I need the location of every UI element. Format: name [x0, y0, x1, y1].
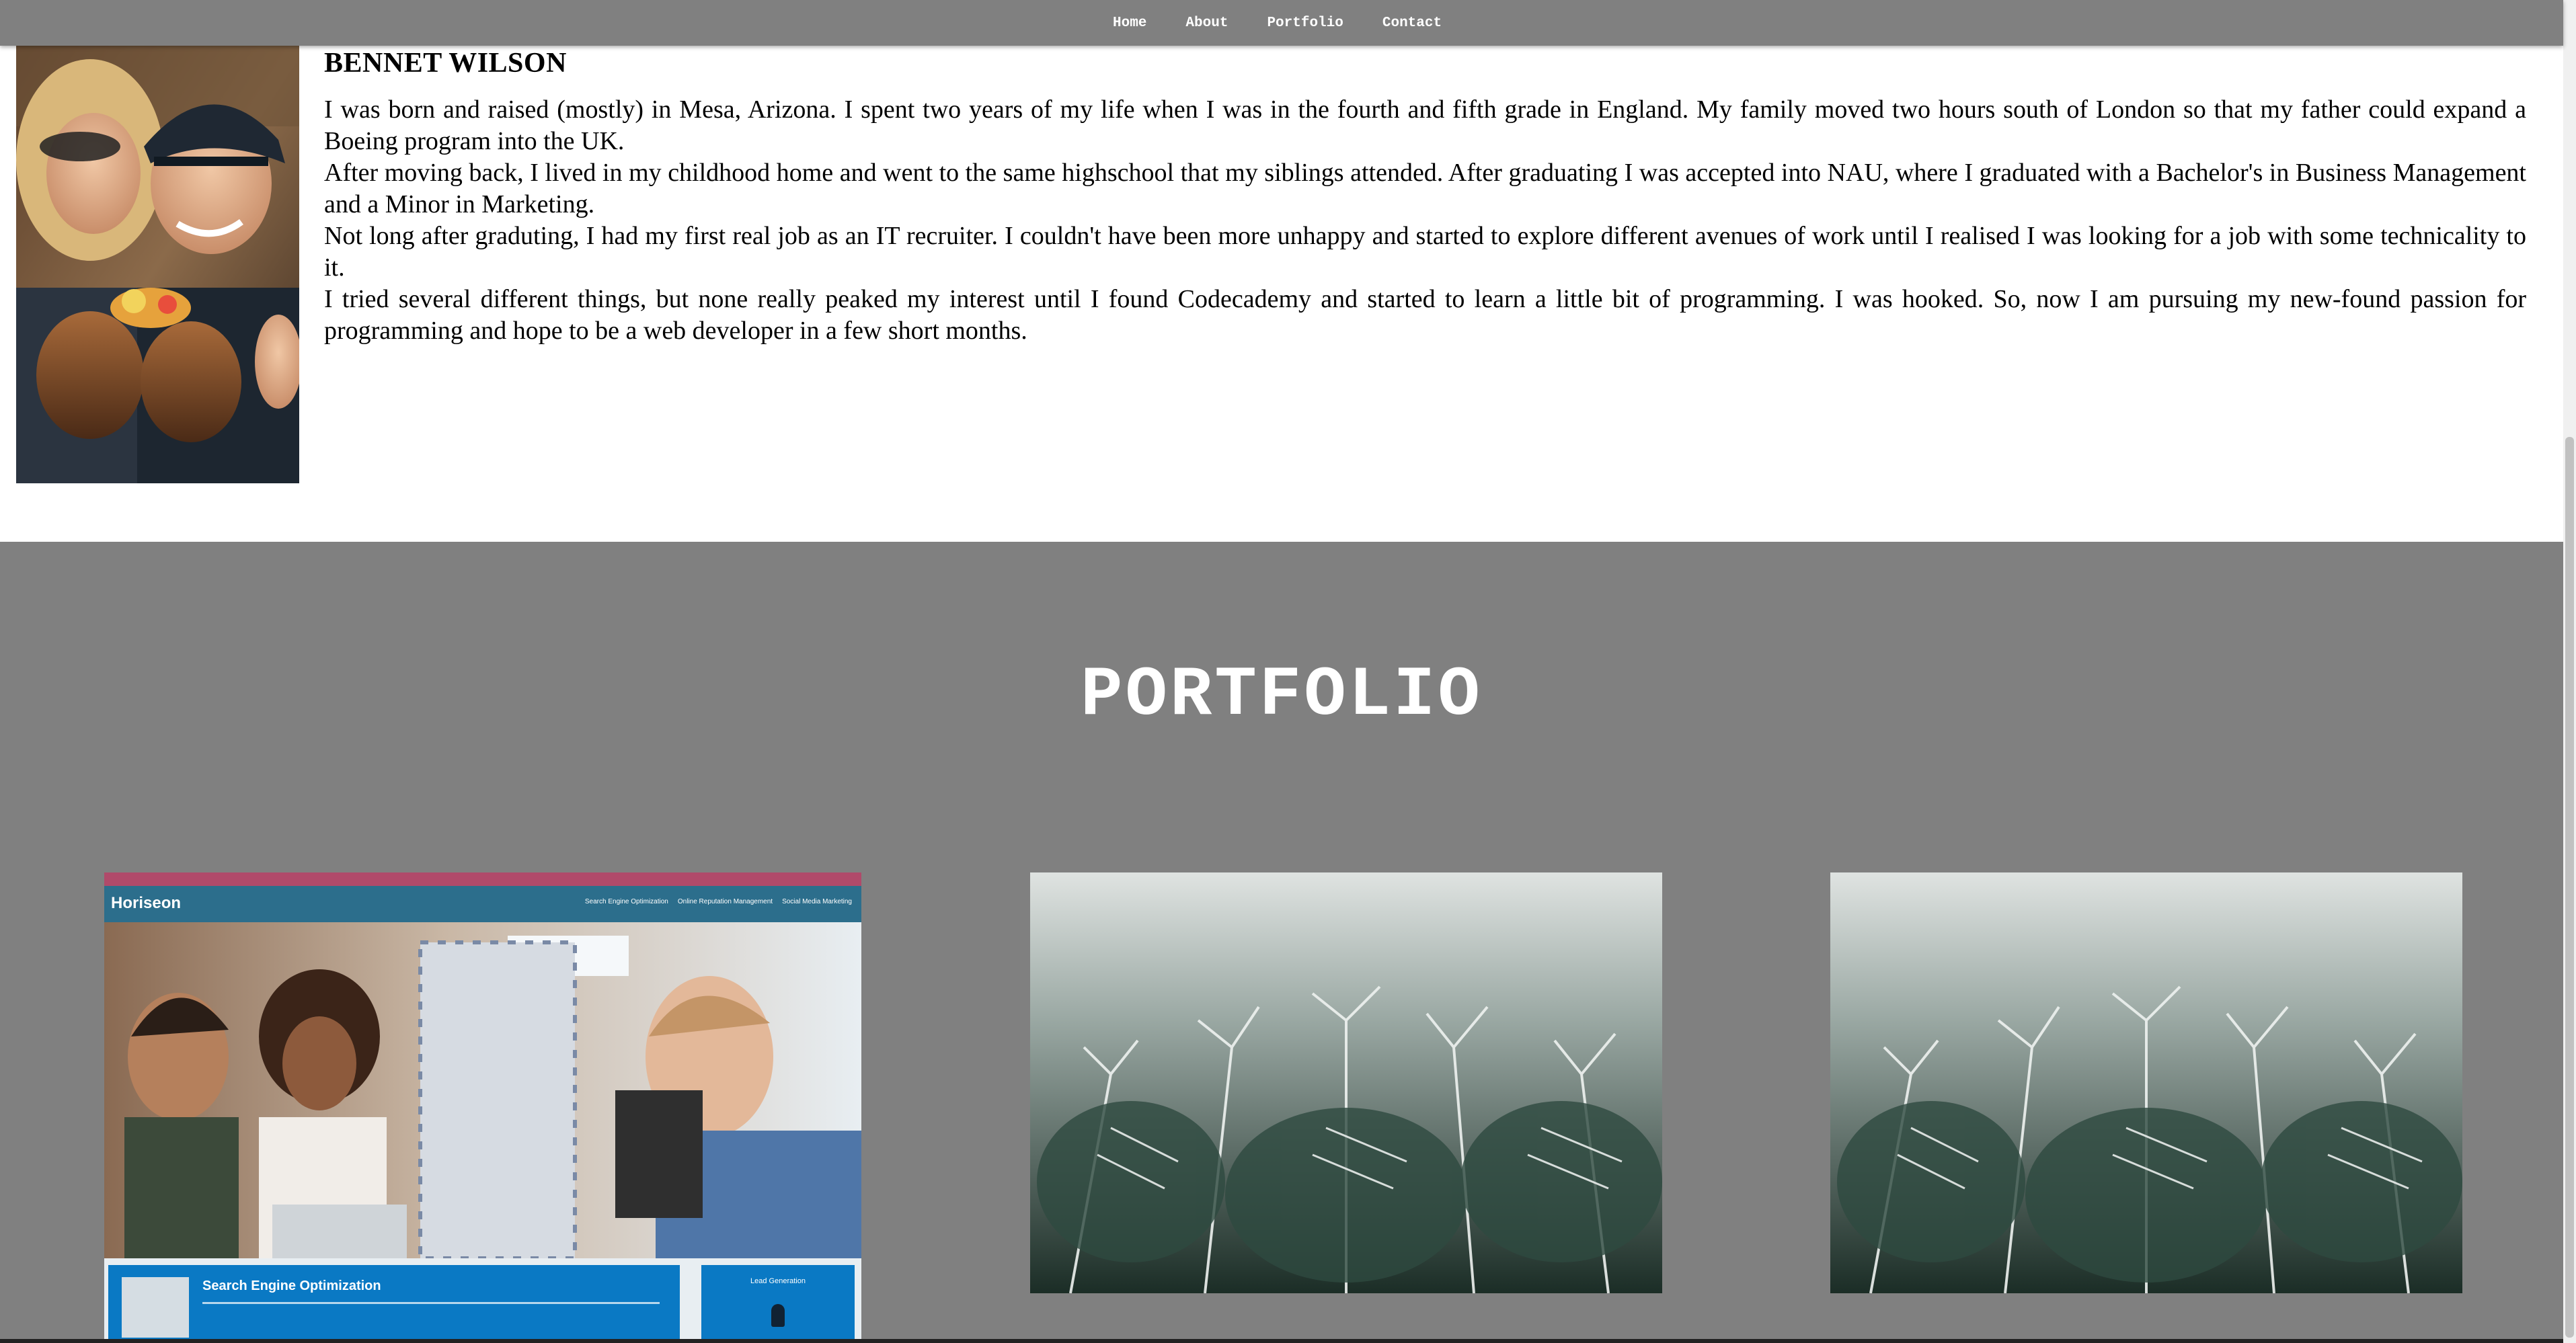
portfolio-title: PORTFOLIO [1081, 656, 1483, 735]
horiseon-nav-item: Search Engine Optimization [584, 898, 668, 905]
horiseon-nav-item: Social Media Marketing [782, 898, 852, 905]
about-bio: I was born and raised (mostly) in Mesa, … [324, 94, 2526, 347]
top-navbar: Home About Portfolio Contact [0, 0, 2563, 46]
nav-link-home[interactable]: Home [1113, 15, 1146, 31]
nav-link-portfolio[interactable]: Portfolio [1267, 15, 1343, 31]
bio-paragraph: I tried several different things, but no… [324, 285, 2526, 345]
frosted-pine-image [1830, 872, 2462, 1293]
nav-link-contact[interactable]: Contact [1382, 15, 1442, 31]
screenshot-browser-bar [104, 872, 861, 886]
bio-paragraph: I was born and raised (mostly) in Mesa, … [324, 95, 2526, 155]
horiseon-nav: Search Engine Optimization Online Reputa… [585, 898, 852, 905]
project-card-3[interactable] [1830, 872, 2462, 1293]
seo-feature-text [202, 1302, 660, 1304]
bio-paragraph: After moving back, I lived in my childho… [324, 159, 2526, 218]
about-section: BENNET WILSON I was born and raised (mos… [0, 46, 2563, 542]
horiseon-content-strip: Search Engine Optimization Lead Generati… [104, 1258, 861, 1343]
profile-photo [16, 46, 299, 483]
project-card-2[interactable] [1030, 872, 1662, 1293]
bottom-edge [0, 1339, 2563, 1343]
seo-feature-title: Search Engine Optimization [202, 1278, 381, 1293]
nav-link-about[interactable]: About [1185, 15, 1228, 31]
page-scrollbar-thumb[interactable] [2565, 437, 2574, 1338]
horiseon-logo: Horiseon [111, 894, 182, 912]
horiseon-nav-item: Online Reputation Management [677, 898, 773, 905]
about-name-heading: BENNET WILSON [324, 48, 567, 79]
seo-thumbnail [122, 1277, 189, 1338]
lead-generation-box: Lead Generation [701, 1265, 855, 1343]
seo-feature-box: Search Engine Optimization [108, 1265, 680, 1343]
team-meeting-photo [104, 922, 861, 1260]
nav-links: Home About Portfolio Contact [1113, 0, 1442, 46]
bio-paragraph: Not long after graduting, I had my first… [324, 222, 2526, 282]
frosted-pine-image [1030, 872, 1662, 1293]
horiseon-hero-image [104, 922, 861, 1260]
lead-generation-title: Lead Generation [750, 1277, 806, 1285]
project-card-horiseon[interactable]: Horiseon Search Engine Optimization Onli… [104, 872, 861, 1343]
portfolio-section: PORTFOLIO Horiseon Search Engine Optimiz… [0, 542, 2563, 1343]
profile-photo-image [16, 46, 299, 483]
lightbulb-icon [771, 1304, 785, 1327]
